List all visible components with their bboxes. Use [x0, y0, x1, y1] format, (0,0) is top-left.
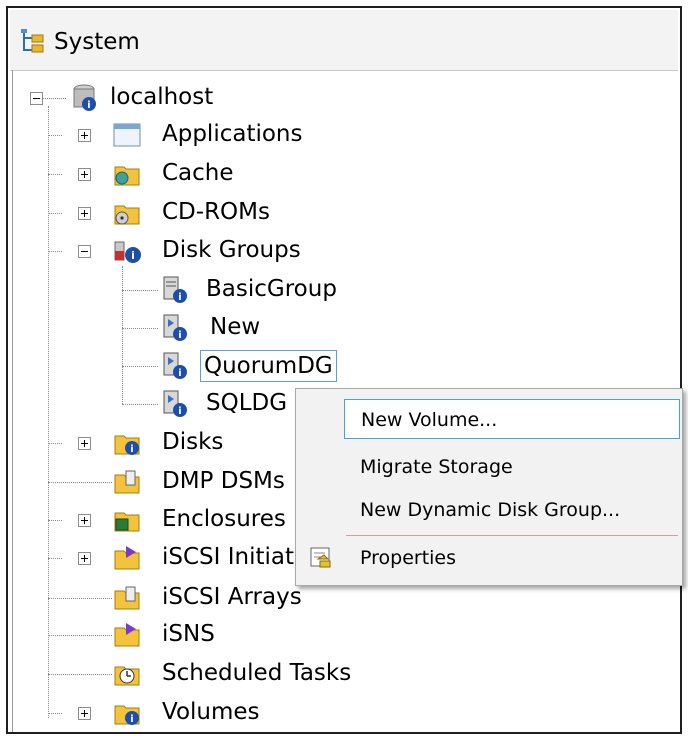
tree-node-label: DMP DSMs	[162, 468, 285, 494]
tree-node-label: Scheduled Tasks	[162, 660, 352, 686]
tree-node-label: Cache	[162, 160, 234, 186]
disks-expand-toggle[interactable]	[78, 437, 91, 450]
tree-node-label: Applications	[162, 121, 303, 147]
svg-text:i: i	[87, 100, 90, 111]
server-info-icon: i	[73, 84, 96, 111]
tree-node-sqldg[interactable]: i SQLDG	[160, 386, 300, 422]
svg-text:i: i	[178, 330, 181, 341]
panel-title: System	[54, 29, 140, 55]
disk-groups-icon: i	[114, 241, 141, 263]
tree-node-label: iSNS	[162, 621, 215, 647]
tree-node-disks[interactable]: i Disks	[112, 425, 282, 461]
tree-node-label: Enclosures	[162, 506, 286, 532]
svg-text:i: i	[178, 368, 181, 379]
tree-node-localhost[interactable]: i localhost	[70, 80, 270, 116]
menu-item-label: New Volume...	[361, 409, 498, 431]
tree-node-label: localhost	[110, 84, 214, 110]
tree-node-basicgroup[interactable]: i BasicGroup	[160, 272, 380, 308]
dmp-folder-icon	[114, 470, 140, 494]
menu-item-label: Properties	[360, 547, 457, 569]
volumes-folder-icon: i	[114, 705, 140, 725]
properties-icon	[310, 547, 331, 568]
enclosure-folder-icon	[114, 512, 140, 532]
menu-item-new-dynamic-disk-group[interactable]: New Dynamic Disk Group...	[344, 490, 680, 530]
tree-node-scheduled-tasks[interactable]: Scheduled Tasks	[112, 656, 392, 692]
scheduled-tasks-icon	[114, 666, 140, 686]
tree-node-disk-groups[interactable]: i Disk Groups	[112, 233, 342, 269]
cdrom-folder-icon	[114, 205, 140, 225]
tree-node-label: New	[210, 314, 261, 340]
svg-text:i: i	[178, 292, 181, 303]
tree-node-iscsi-initiators[interactable]: iSCSI Initiators	[112, 540, 294, 576]
tree-node-enclosures[interactable]: Enclosures	[112, 502, 294, 538]
menu-separator	[346, 535, 678, 536]
iscsi-array-icon	[114, 586, 140, 610]
svg-text:i: i	[131, 249, 135, 262]
menu-item-migrate-storage[interactable]: Migrate Storage	[344, 447, 680, 487]
tree-node-label: SQLDG	[206, 390, 288, 416]
menu-item-label: Migrate Storage	[360, 456, 513, 478]
disk-group-icon: i	[163, 276, 187, 303]
tree-node-label: QuorumDG	[200, 350, 337, 382]
cdroms-expand-toggle[interactable]	[78, 207, 91, 220]
menu-item-properties[interactable]: Properties	[344, 538, 680, 578]
dynamic-disk-group-icon: i	[163, 352, 187, 379]
iscsi-initiator-icon	[114, 546, 140, 570]
applications-expand-toggle[interactable]	[78, 129, 91, 142]
cache-folder-icon	[114, 166, 140, 186]
menu-item-new-volume[interactable]: New Volume...	[344, 399, 680, 439]
tree-node-quorumdg[interactable]: i QuorumDG	[160, 348, 370, 384]
tree-node-label: Volumes	[162, 699, 260, 725]
tree-node-new[interactable]: i New	[160, 310, 280, 346]
tree-node-dmp-dsms[interactable]: DMP DSMs	[112, 464, 294, 500]
cache-expand-toggle[interactable]	[78, 168, 91, 181]
tree-node-label: CD-ROMs	[162, 199, 270, 225]
tree-node-label: iSCSI Arrays	[162, 584, 302, 610]
tree-node-label: Disk Groups	[162, 237, 301, 263]
svg-text:i: i	[130, 714, 133, 725]
tree-node-cache[interactable]: Cache	[112, 156, 312, 192]
system-tree-icon	[21, 29, 44, 53]
context-menu: New Volume... Migrate Storage New Dynami…	[295, 388, 683, 586]
svg-text:i: i	[178, 406, 181, 417]
tree-node-label: BasicGroup	[206, 276, 337, 302]
isns-icon	[114, 623, 140, 647]
dynamic-disk-group-icon: i	[163, 314, 187, 341]
disks-folder-icon: i	[114, 435, 140, 455]
panel-header: System	[10, 10, 678, 71]
tree-node-label: Disks	[162, 429, 224, 455]
svg-text:i: i	[130, 444, 133, 455]
iscsi-initiators-expand-toggle[interactable]	[78, 552, 91, 565]
tree-node-volumes[interactable]: i Volumes	[112, 695, 312, 731]
localhost-collapse-toggle[interactable]	[30, 92, 43, 105]
tree-node-label: iSCSI Initiators	[162, 544, 294, 570]
tree-node-applications[interactable]: Applications	[112, 117, 342, 153]
disk-groups-collapse-toggle[interactable]	[78, 245, 91, 258]
tree-node-isns[interactable]: iSNS	[112, 617, 262, 653]
volumes-expand-toggle[interactable]	[78, 707, 91, 720]
enclosures-expand-toggle[interactable]	[78, 514, 91, 527]
menu-item-label: New Dynamic Disk Group...	[360, 499, 621, 521]
dynamic-disk-group-icon: i	[163, 390, 187, 417]
tree-node-cd-roms[interactable]: CD-ROMs	[112, 195, 312, 231]
window-icon	[113, 123, 141, 147]
